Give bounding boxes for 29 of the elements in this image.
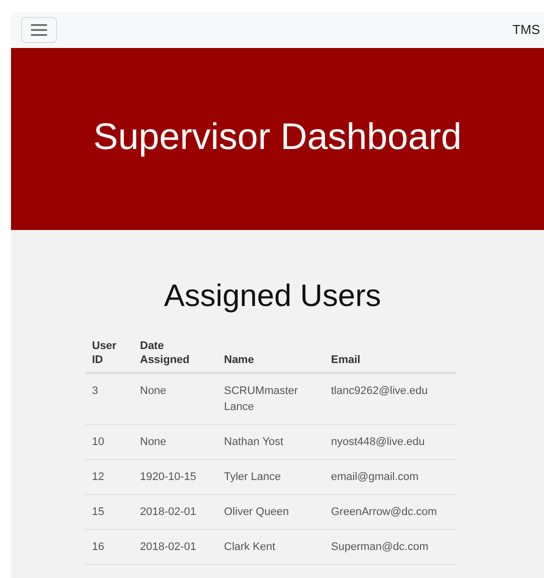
table-cell: tlanc9262@live.edu [331,384,428,396]
table-cell-text: Clark Kent [224,540,276,554]
table-cell: 15 [92,506,104,518]
table-cell: 16 [92,540,104,552]
section-title: Assigned Users [162,277,382,315]
menu-button[interactable] [21,17,57,43]
table-cell-text: SCRUMmaster Lance [224,384,299,414]
menu-icon [31,24,47,36]
column-header: Name [224,354,254,366]
table-cell: 12 [92,470,104,482]
table-cell-text: Tyler Lance [224,470,281,484]
table-cell: 10 [92,436,104,448]
table-cell: 2018-02-01 [140,506,196,518]
table-cell: email@gmail.com [331,470,419,482]
column-header: Date Assigned [140,338,190,366]
table-cell-text: Nathan Yost [224,434,284,450]
column-header: Email [331,354,360,366]
table-cell-text: Oliver Queen [224,504,289,520]
table-cell: 2018-02-01 [140,540,196,552]
table-cell: Superman@dc.com [331,540,428,552]
column-header: User ID [92,338,116,366]
page-title: Supervisor Dashboard [93,115,462,160]
table-cell: None [140,436,166,448]
table-cell: GreenArrow@dc.com [331,506,437,518]
table-cell: nyost448@live.edu [331,436,425,448]
table-cell: 1920-10-15 [140,470,196,482]
brand-link[interactable]: TMS [512,20,540,40]
table-cell: None [140,384,166,396]
table-cell: 3 [92,384,98,396]
